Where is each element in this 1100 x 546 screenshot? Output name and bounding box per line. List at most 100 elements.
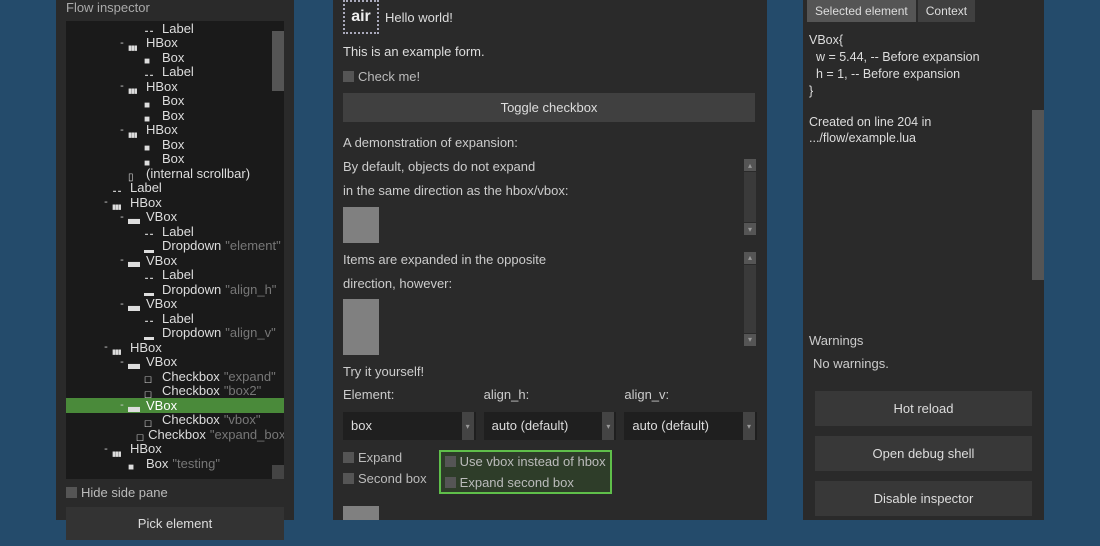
scrollbar-thumb[interactable]	[1032, 110, 1044, 280]
tree-toggle-icon[interactable]: -	[118, 211, 126, 223]
check-me-checkbox[interactable]: Check me!	[343, 69, 420, 84]
tree-item-hbox[interactable]: -HBox	[66, 442, 284, 457]
tree-item-box[interactable]: Box"testing"	[66, 456, 284, 471]
tree-item--internal-scrollbar-[interactable]: (internal scrollbar)	[66, 166, 284, 181]
tree-item-checkbox[interactable]: Checkbox"box2"	[66, 384, 284, 399]
tree-item-dropdown[interactable]: Dropdown"align_v"	[66, 326, 284, 341]
align-h-dropdown[interactable]: auto (default) ▾	[484, 412, 617, 440]
tree-toggle-icon[interactable]: -	[102, 443, 110, 455]
tree-item-box[interactable]: Box	[66, 50, 284, 65]
info-panel: Selected element Context VBox{ w = 5.44,…	[803, 0, 1044, 520]
tree-item-hbox[interactable]: -HBox	[66, 123, 284, 138]
vbox-icon	[128, 255, 142, 265]
tree-item-vbox[interactable]: -VBox	[66, 297, 284, 312]
demo-box-1	[343, 207, 379, 243]
tree-item-dropdown[interactable]: Dropdown"element"	[66, 239, 284, 254]
tree-item-label[interactable]: Label	[66, 181, 284, 196]
tree-toggle-icon[interactable]: -	[118, 37, 126, 49]
tree-item-checkbox[interactable]: Checkbox"expand"	[66, 369, 284, 384]
label-icon	[144, 67, 158, 77]
tree-toggle-icon[interactable]: -	[118, 356, 126, 368]
element-dropdown[interactable]: box ▾	[343, 412, 476, 440]
tree-scrollbar-thumb[interactable]	[272, 31, 284, 91]
tab-selected-element[interactable]: Selected element	[807, 0, 916, 22]
label-icon	[144, 226, 158, 236]
tree-item-vbox[interactable]: -VBox	[66, 398, 284, 413]
tree-toggle-icon[interactable]: -	[102, 341, 110, 353]
tree-item-vbox[interactable]: -VBox	[66, 210, 284, 225]
tree-item-dropdown[interactable]: Dropdown"align_h"	[66, 282, 284, 297]
disable-inspector-button[interactable]: Disable inspector	[815, 481, 1032, 516]
tree-item-box[interactable]: Box	[66, 152, 284, 167]
dropdown-icon	[144, 241, 158, 251]
tree-item-box[interactable]: Box	[66, 137, 284, 152]
tree-item-label: Label	[162, 64, 194, 79]
scroll-up-button[interactable]: ▴	[744, 252, 756, 264]
tree-item-hbox[interactable]: -HBox	[66, 195, 284, 210]
align-v-dropdown[interactable]: auto (default) ▾	[624, 412, 757, 440]
vbox-icon	[128, 212, 142, 222]
no-expand-line1: By default, objects do not expand	[343, 158, 757, 176]
align-h-label: align_h:	[484, 387, 617, 402]
tree-item-hbox[interactable]: -HBox	[66, 79, 284, 94]
hot-reload-button[interactable]: Hot reload	[815, 391, 1032, 426]
tree-toggle-icon[interactable]: -	[118, 254, 126, 266]
tree-item-hbox[interactable]: -HBox	[66, 36, 284, 51]
tree-item-label: Dropdown	[162, 238, 221, 253]
toggle-checkbox-button[interactable]: Toggle checkbox	[343, 93, 755, 122]
vbox-close: }	[809, 83, 1038, 100]
tree-item-label[interactable]: Label	[66, 21, 284, 36]
label-icon	[112, 183, 126, 193]
tree-item-vbox[interactable]: - VBox	[66, 355, 284, 370]
tree-item-hbox[interactable]: -HBox	[66, 340, 284, 355]
scroll-down-button[interactable]: ▾	[744, 223, 756, 235]
tree-scrollbar-button[interactable]	[272, 465, 284, 479]
demo-block-1: By default, objects do not expand in the…	[343, 158, 757, 242]
align-v-value: auto (default)	[632, 418, 709, 433]
second-box-label: Second box	[358, 471, 427, 486]
element-tree[interactable]: Label-HBoxBoxLabel-HBoxBoxBox-HBoxBoxBox…	[66, 21, 284, 479]
demo-title-label: A demonstration of expansion:	[343, 134, 757, 152]
tree-toggle-icon[interactable]: -	[102, 196, 110, 208]
expand-second-checkbox[interactable]: Expand second box	[445, 475, 606, 490]
vbox-icon	[128, 299, 142, 309]
tree-item-label[interactable]: Label	[66, 65, 284, 80]
box-icon	[128, 458, 142, 468]
tree-item-label: Label	[162, 21, 194, 36]
scroll-up-button[interactable]: ▴	[744, 159, 756, 171]
hbox-icon	[112, 444, 126, 454]
dropdown-row: Element: box ▾ align_h: auto (default) ▾…	[343, 387, 757, 440]
tree-item-box[interactable]: Box	[66, 108, 284, 123]
tree-toggle-icon[interactable]: -	[118, 80, 126, 92]
scroll-track[interactable]	[744, 172, 756, 222]
tree-item-secondary: "vbox"	[224, 412, 261, 427]
use-vbox-checkbox[interactable]: Use vbox instead of hbox	[445, 454, 606, 469]
scroll-down-button[interactable]: ▾	[744, 334, 756, 346]
element-info: VBox{ w = 5.44, -- Before expansion h = …	[803, 24, 1044, 147]
tree-item-vbox[interactable]: -VBox	[66, 253, 284, 268]
tree-item-label: Checkbox	[162, 383, 220, 398]
tree-item-label[interactable]: Label	[66, 311, 284, 326]
second-box-checkbox[interactable]: Second box	[343, 471, 427, 486]
expand-checkbox[interactable]: Expand	[343, 450, 427, 465]
tree-item-label[interactable]: Label	[66, 268, 284, 283]
hide-side-pane-checkbox[interactable]: Hide side pane	[66, 485, 168, 500]
tree-toggle-icon[interactable]: -	[118, 298, 126, 310]
example-form-label: This is an example form.	[343, 44, 757, 59]
tree-toggle-icon[interactable]: -	[118, 124, 126, 136]
pick-element-button[interactable]: Pick element	[66, 507, 284, 540]
vbox-open: VBox{	[809, 32, 1038, 49]
tree-item-checkbox[interactable]: Checkbox"expand_box2"	[66, 427, 284, 442]
hello-label: Hello world!	[385, 10, 453, 25]
open-debug-shell-button[interactable]: Open debug shell	[815, 436, 1032, 471]
tree-item-label: VBox	[146, 354, 177, 369]
scroll-track[interactable]	[744, 265, 756, 333]
tree-item-label[interactable]: Label	[66, 224, 284, 239]
info-scrollbar[interactable]	[1032, 110, 1044, 280]
tab-context[interactable]: Context	[918, 0, 975, 22]
tree-item-checkbox[interactable]: Checkbox"vbox"	[66, 413, 284, 428]
tree-toggle-icon[interactable]: -	[118, 399, 126, 411]
no-warnings-label: No warnings.	[809, 356, 1038, 371]
checkbox-icon	[343, 71, 354, 82]
tree-item-box[interactable]: Box	[66, 94, 284, 109]
